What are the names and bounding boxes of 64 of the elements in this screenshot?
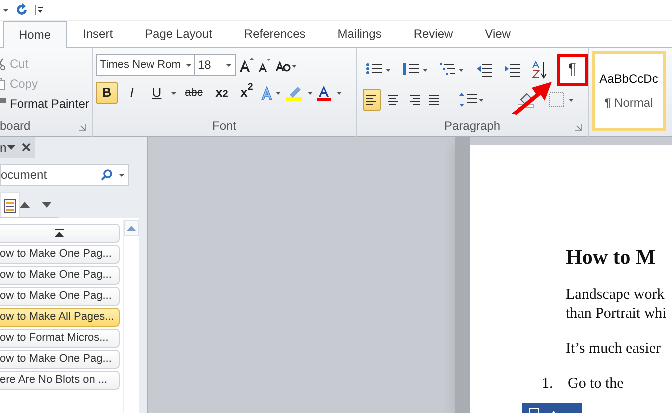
heading-item[interactable]: ow to Make All Pages... <box>0 308 120 327</box>
page-list-icon[interactable] <box>4 198 16 213</box>
heading-item[interactable]: ere Are No Blots on ... <box>0 371 120 390</box>
heading-item[interactable]: ow to Make One Pag... <box>0 350 120 369</box>
format-button[interactable]: U <box>146 82 168 104</box>
heading-item[interactable]: ow to Make One Pag... <box>0 287 120 306</box>
format-button[interactable]: I <box>121 82 143 104</box>
dialog-launcher-icon[interactable] <box>79 124 86 131</box>
paragraph: Landscape work than Portrait whi <box>566 286 668 324</box>
ribbon-tab[interactable]: Mailings <box>322 20 398 47</box>
jump-to-top-icon[interactable] <box>55 229 64 238</box>
align-center-icon[interactable] <box>387 94 399 106</box>
clipboard-button[interactable]: Format Painter <box>0 94 90 114</box>
document-heading: How to M <box>566 244 657 271</box>
format-button[interactable]: abc <box>180 82 208 104</box>
page-thumbnails-tab[interactable] <box>0 192 20 217</box>
font-name-field[interactable]: Times New Rom <box>96 54 196 76</box>
ribbon-tab[interactable]: Review <box>398 20 470 47</box>
shrink-font-icon[interactable] <box>258 58 272 72</box>
caret-icon[interactable] <box>186 64 192 66</box>
show-formatting-marks-button[interactable]: ¶ <box>556 54 588 86</box>
heading-item[interactable]: ow to Make One Pag... <box>0 245 120 264</box>
ribbon-tab[interactable]: Page Layout <box>129 20 228 47</box>
font-color-icon[interactable] <box>317 85 345 101</box>
heading-item[interactable]: ow to Format Micros... <box>0 329 120 348</box>
up-arrow-icon[interactable] <box>20 202 30 208</box>
close-icon[interactable] <box>22 143 31 152</box>
heading-item[interactable]: ow to Make One Pag... <box>0 266 120 285</box>
redo-icon[interactable] <box>15 3 29 17</box>
ribbon-tab[interactable]: View <box>469 20 527 47</box>
align-left-icon[interactable] <box>366 94 378 106</box>
pane-title-bar: n <box>0 137 35 158</box>
search-icon[interactable] <box>101 169 113 181</box>
caret-icon[interactable] <box>171 92 177 94</box>
paragraph: It’s much easier <box>566 340 662 358</box>
align-right-icon[interactable] <box>408 94 420 106</box>
font-size-field[interactable]: 18 <box>194 54 236 76</box>
scroll-up-button[interactable] <box>124 220 139 236</box>
up-arrow-icon[interactable] <box>127 226 136 230</box>
grow-font-icon[interactable] <box>239 57 255 73</box>
align-left-button[interactable] <box>363 89 381 111</box>
group-label: Paragraph <box>443 118 502 135</box>
format-button[interactable]: B <box>96 82 118 104</box>
format-button[interactable]: x$_{2}$ <box>211 82 233 104</box>
caret-icon[interactable] <box>226 64 232 66</box>
search-box[interactable]: ocument <box>0 164 129 186</box>
caret-icon[interactable] <box>3 8 9 12</box>
down-arrow-icon[interactable] <box>42 202 52 208</box>
text-effects-icon[interactable] <box>261 85 283 101</box>
dialog-launcher-icon[interactable] <box>575 124 582 131</box>
list-item-text: Go to the <box>568 374 624 394</box>
caret-icon[interactable] <box>119 174 125 176</box>
group-label: board <box>0 118 31 135</box>
ribbon-tab[interactable]: Insert <box>67 20 130 47</box>
ribbon-tab[interactable]: References <box>228 20 322 47</box>
group-label: Font <box>211 118 238 135</box>
format-button[interactable]: x$^{2}$ <box>236 82 258 104</box>
search-field[interactable]: ocument <box>1 166 101 184</box>
list-number: 1. <box>542 374 554 394</box>
align-justify-icon[interactable] <box>429 94 441 106</box>
ribbon-tab[interactable]: Home <box>3 21 68 48</box>
caret-icon[interactable] <box>6 145 16 150</box>
customize-icon[interactable] <box>35 5 43 15</box>
style-gallery-item[interactable]: AaBbCcDc ¶ Normal <box>592 51 666 131</box>
